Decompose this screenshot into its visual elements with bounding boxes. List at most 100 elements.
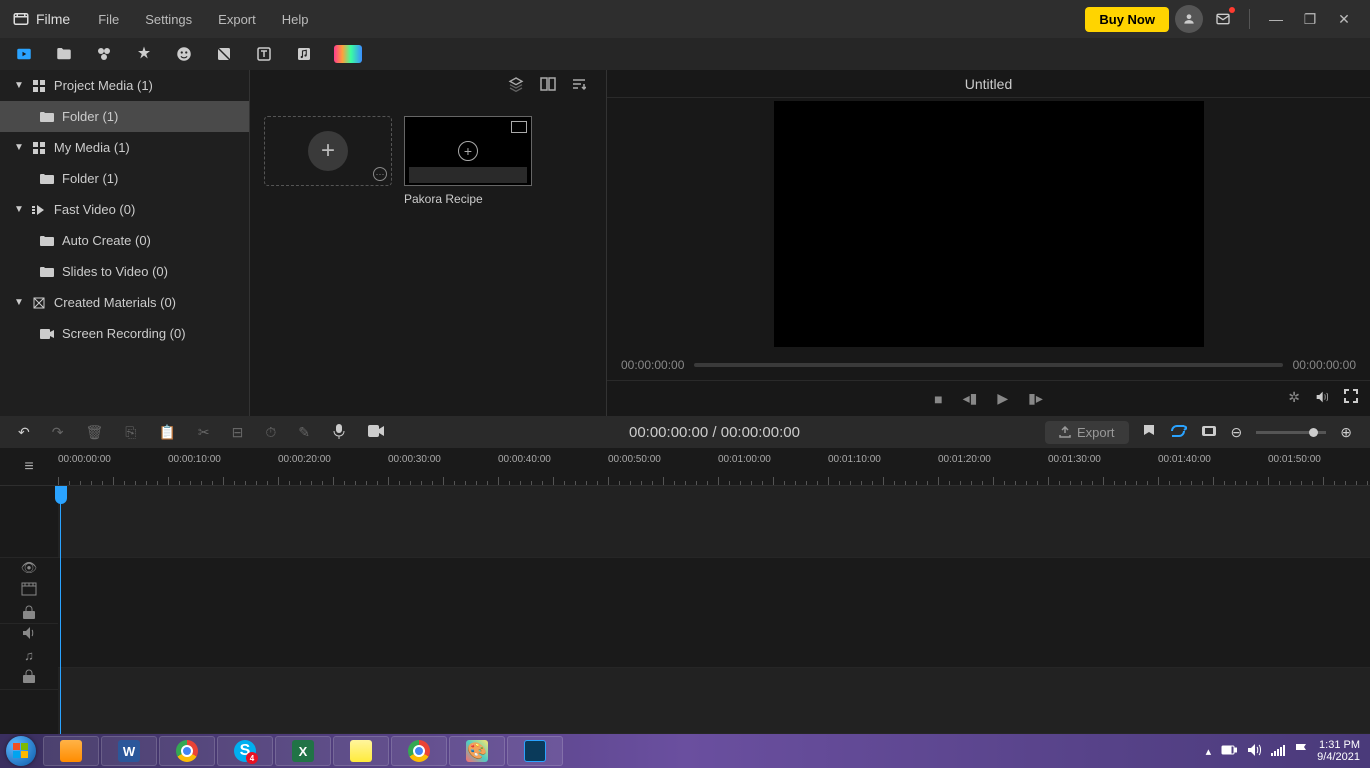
volume-icon[interactable] [1314,389,1330,408]
undo-icon[interactable]: ↶ [18,424,30,441]
media-icon[interactable] [14,44,34,64]
sort-icon[interactable] [572,77,586,95]
preview-panel: Untitled 00:00:00:00 00:00:00:00 ■ ◂▮ ▶ … [606,70,1370,416]
export-button[interactable]: Export [1045,421,1129,444]
caret-icon: ▼ [14,204,24,215]
grid-view-icon[interactable] [540,77,556,95]
more-icon[interactable]: ⋯ [373,167,387,181]
speaker-icon[interactable] [22,627,36,642]
sidebar-my-media[interactable]: ▼ My Media (1) [0,132,249,163]
sidebar-auto-create[interactable]: Auto Create (0) [0,225,249,256]
import-media-button[interactable]: + ⋯ [264,116,392,186]
sidebar-created-materials[interactable]: ▼ Created Materials (0) [0,287,249,318]
stickers-icon[interactable] [174,44,194,64]
folder-icon [40,110,54,124]
taskbar-app-skype[interactable]: S4 [217,736,273,766]
speed-icon[interactable]: ⏱ [265,424,276,441]
media-clip[interactable]: + Pakora Recipe [404,116,534,206]
play-icon[interactable]: ▶ [997,390,1008,407]
taskbar-app-mediaplayer[interactable] [43,736,99,766]
volume-systray-icon[interactable] [1247,744,1261,759]
taskbar-app-paint[interactable]: 🎨 [449,736,505,766]
lock-icon[interactable] [23,605,35,622]
stop-icon[interactable]: ■ [934,391,942,407]
preview-title: Untitled [607,70,1370,98]
mic-record-icon[interactable] [332,423,346,442]
audio-icon[interactable] [294,44,314,64]
repeat-icon[interactable] [1169,424,1187,441]
webcam-record-icon[interactable] [368,424,384,440]
video-viewport[interactable] [774,101,1204,347]
sidebar-folder-project[interactable]: Folder (1) [0,101,249,132]
fullscreen-icon[interactable] [1344,389,1358,408]
timeline-tracks[interactable] [58,486,1370,734]
sidebar-folder-my[interactable]: Folder (1) [0,163,249,194]
prev-frame-icon[interactable]: ◂▮ [963,390,978,407]
taskbar-app-chrome[interactable] [159,736,215,766]
tree-label: Screen Recording (0) [62,326,186,341]
preview-seek-bar[interactable] [694,363,1282,367]
menu-settings[interactable]: Settings [135,8,202,31]
timeline-menu-icon[interactable]: ≡ [24,458,33,476]
marker-icon[interactable] [1143,424,1155,441]
account-icon[interactable] [1175,5,1203,33]
sidebar-project-media[interactable]: ▼ Project Media (1) [0,70,249,101]
taskbar-app-stickynotes[interactable] [333,736,389,766]
category-toolbar [0,38,1370,70]
sidebar-slides-video[interactable]: Slides to Video (0) [0,256,249,287]
camera-icon [40,327,54,341]
folder-icon[interactable] [54,44,74,64]
resources-icon[interactable] [334,44,362,64]
add-to-timeline-icon[interactable]: + [458,141,478,161]
clip-thumbnail[interactable]: + [404,116,532,186]
settings-gear-icon[interactable]: ✲ [1288,389,1300,408]
taskbar-app-chrome2[interactable] [391,736,447,766]
crop-icon[interactable] [1201,424,1217,440]
timeline-ruler[interactable]: 00:00:00:0000:00:10:0000:00:20:0000:00:3… [58,448,1370,485]
copy-icon[interactable]: ⎘ [125,424,136,441]
notification-icon[interactable] [1209,5,1237,33]
effects-icon[interactable] [94,44,114,64]
fast-icon [32,203,46,217]
buy-now-button[interactable]: Buy Now [1085,7,1169,32]
sidebar-screen-recording[interactable]: Screen Recording (0) [0,318,249,349]
menu-help[interactable]: Help [272,8,319,31]
playhead[interactable] [60,486,61,734]
cut-icon[interactable]: ✂ [198,424,210,441]
zoom-slider[interactable] [1256,431,1326,434]
color-icon[interactable]: ✎ [298,424,310,441]
close-button[interactable]: ✕ [1330,5,1358,33]
zoom-out-icon[interactable]: ⊖ [1231,424,1243,441]
delete-icon[interactable]: 🗑 [85,424,103,441]
systray-expand-icon[interactable]: ▴ [1206,745,1212,758]
battery-icon[interactable] [1221,745,1237,758]
flag-icon[interactable] [1295,743,1307,760]
taskbar-app-excel[interactable]: X [275,736,331,766]
tree-label: Created Materials (0) [54,295,176,310]
eye-icon[interactable]: 👁 [21,560,38,576]
menu-file[interactable]: File [88,8,129,31]
next-frame-icon[interactable]: ▮▸ [1028,390,1043,407]
layers-icon[interactable] [508,76,524,96]
sidebar-fast-video[interactable]: ▼ Fast Video (0) [0,194,249,225]
maximize-button[interactable]: ❐ [1296,5,1324,33]
network-icon[interactable] [1271,744,1285,759]
menu-export[interactable]: Export [208,8,266,31]
systray-time[interactable]: 1:31 PM [1317,739,1360,751]
taskbar-app-filme[interactable] [507,736,563,766]
split-icon[interactable]: ⊟ [232,424,244,441]
redo-icon[interactable]: ↷ [52,424,64,441]
clip-type-icon [511,121,527,133]
start-button[interactable] [0,734,42,768]
text-icon[interactable] [254,44,274,64]
minimize-button[interactable]: — [1262,5,1290,33]
taskbar-app-word[interactable]: W [101,736,157,766]
transitions-icon[interactable] [214,44,234,64]
zoom-in-icon[interactable]: ⊕ [1340,424,1352,441]
paste-icon[interactable]: 📋 [158,424,175,441]
systray-date[interactable]: 9/4/2021 [1317,751,1360,763]
ruler-label: 00:00:50:00 [608,454,661,465]
lock-icon[interactable] [23,669,35,686]
export-label: Export [1077,425,1115,440]
filters-icon[interactable] [134,44,154,64]
